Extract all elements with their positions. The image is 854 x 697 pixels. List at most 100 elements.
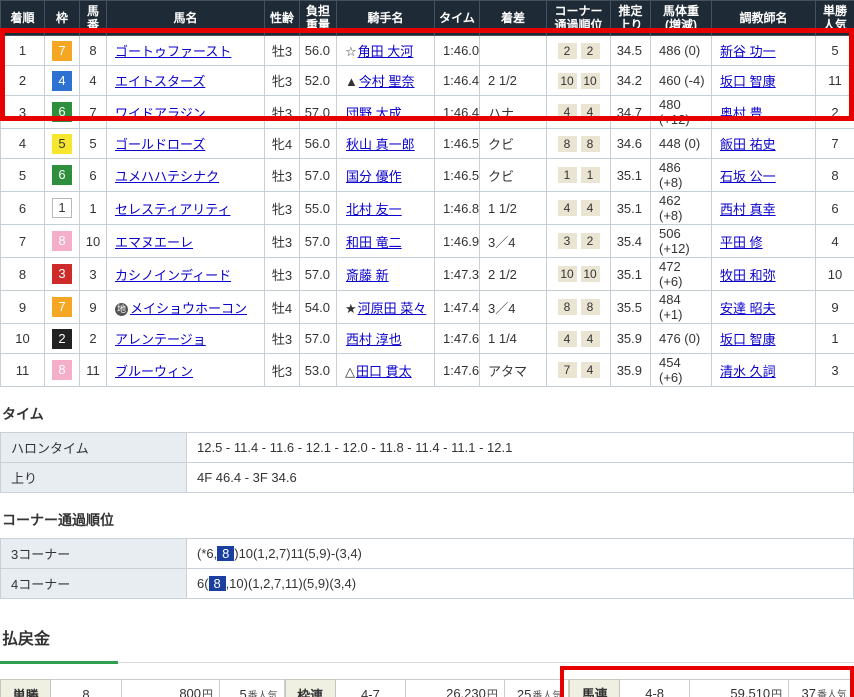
frame-cell: 8 bbox=[45, 354, 80, 387]
frame-badge: 2 bbox=[52, 329, 72, 349]
jockey-link[interactable]: 西村 淳也 bbox=[346, 332, 402, 347]
col-header-horse-number: 馬 番 bbox=[80, 1, 107, 36]
sex-age: 牡3 bbox=[265, 324, 300, 354]
trainer-link[interactable]: 坂口 智康 bbox=[720, 74, 776, 89]
win-popularity: 3 bbox=[816, 354, 854, 387]
win-popularity: 4 bbox=[816, 225, 854, 258]
finish-position: 4 bbox=[1, 129, 45, 159]
furlong-time-label: ハロンタイム bbox=[1, 433, 187, 463]
payout-combination: 4-7 bbox=[335, 680, 406, 697]
trainer-link[interactable]: 牧田 和弥 bbox=[720, 268, 776, 283]
col-header-win-popularity: 単勝 人気 bbox=[816, 1, 854, 36]
win-popularity: 5 bbox=[816, 36, 854, 66]
margin: 3／4 bbox=[480, 291, 547, 324]
trainer-link[interactable]: 新谷 功一 bbox=[720, 44, 776, 59]
horse-name-cell: ユメハハテシナク bbox=[107, 159, 265, 192]
horse-number: 2 bbox=[80, 324, 107, 354]
trainer-cell: 清水 久詞 bbox=[712, 354, 816, 387]
payout-title-underline bbox=[0, 657, 854, 669]
payout-amount: 800円 bbox=[121, 680, 219, 697]
last-3f: 34.5 bbox=[611, 36, 651, 66]
col-header-frame: 枠 bbox=[45, 1, 80, 36]
jockey-mark: ★ bbox=[345, 301, 357, 316]
trainer-link[interactable]: 飯田 祐史 bbox=[720, 137, 776, 152]
horse-number: 10 bbox=[80, 225, 107, 258]
amount-value: 59,510 bbox=[730, 686, 770, 697]
jockey-link[interactable]: 河原田 菜々 bbox=[358, 301, 427, 316]
horse-name-link[interactable]: セレスティアリティ bbox=[115, 202, 230, 217]
corner4-value: 6(8,10)(1,2,7,11)(5,9)(3,4) bbox=[187, 569, 854, 599]
sex-age: 牝3 bbox=[265, 192, 300, 225]
finish-position: 11 bbox=[1, 354, 45, 387]
win-popularity: 7 bbox=[816, 129, 854, 159]
frame-cell: 6 bbox=[45, 159, 80, 192]
jockey-link[interactable]: 団野 大成 bbox=[346, 106, 402, 121]
win-popularity: 8 bbox=[816, 159, 854, 192]
corner-pass-box: 1 bbox=[581, 167, 600, 183]
horse-name-link[interactable]: エマヌエーレ bbox=[115, 235, 193, 250]
jockey-link[interactable]: 角田 大河 bbox=[358, 44, 414, 59]
frame-cell: 2 bbox=[45, 324, 80, 354]
horse-name-link[interactable]: ゴートゥファースト bbox=[115, 44, 231, 59]
trainer-link[interactable]: 安達 昭夫 bbox=[720, 301, 776, 316]
horse-name-link[interactable]: ブルーウィン bbox=[115, 364, 193, 379]
popularity-value: 25 bbox=[517, 687, 531, 697]
jockey-link[interactable]: 斎藤 新 bbox=[346, 268, 389, 283]
col-header-carried-weight: 負担 重量 bbox=[300, 1, 337, 36]
jockey-link[interactable]: 秋山 真一郎 bbox=[346, 137, 415, 152]
margin: 1 1/4 bbox=[480, 324, 547, 354]
corner-positions: 1010 bbox=[547, 66, 611, 96]
jockey-cell: 斎藤 新 bbox=[337, 258, 435, 291]
horse-name-link[interactable]: ユメハハテシナク bbox=[115, 169, 219, 184]
popularity-suffix: 番人気 bbox=[817, 690, 847, 697]
trainer-link[interactable]: 坂口 智康 bbox=[720, 332, 776, 347]
payout-combination: 8 bbox=[51, 680, 122, 697]
horse-name-link[interactable]: アレンテージョ bbox=[115, 332, 206, 347]
trainer-link[interactable]: 奥村 豊 bbox=[720, 106, 763, 121]
trainer-link[interactable]: 西村 真幸 bbox=[720, 202, 776, 217]
corner-pass-box: 4 bbox=[581, 362, 600, 378]
finish-time: 1:46.0 bbox=[435, 36, 480, 66]
horse-name-link[interactable]: メイショウホーコン bbox=[130, 301, 247, 316]
corner-pass-box: 7 bbox=[558, 362, 577, 378]
jockey-link[interactable]: 田口 貫太 bbox=[356, 364, 412, 379]
margin: ハナ bbox=[480, 96, 547, 129]
horse-weight: 486 (+8) bbox=[651, 159, 712, 192]
trainer-link[interactable]: 平田 修 bbox=[720, 235, 763, 250]
jockey-mark: ▲ bbox=[345, 74, 358, 89]
corner-pass-box: 1 bbox=[558, 167, 577, 183]
horse-weight: 454 (+6) bbox=[651, 354, 712, 387]
horse-name-link[interactable]: ワイドアラジン bbox=[115, 106, 206, 121]
horse-name-link[interactable]: ゴールドローズ bbox=[115, 137, 205, 152]
finish-time: 1:46.5 bbox=[435, 159, 480, 192]
sex-age: 牡3 bbox=[265, 96, 300, 129]
jockey-link[interactable]: 国分 優作 bbox=[346, 169, 402, 184]
popularity-value: 37 bbox=[802, 686, 816, 697]
trainer-link[interactable]: 清水 久詞 bbox=[720, 364, 776, 379]
jockey-link[interactable]: 今村 聖奈 bbox=[359, 74, 415, 89]
corner-pass-box: 3 bbox=[558, 233, 577, 249]
corner-positions: 74 bbox=[547, 354, 611, 387]
frame-badge: 7 bbox=[52, 297, 72, 317]
finish-time: 1:47.6 bbox=[435, 324, 480, 354]
horse-name-cell: ワイドアラジン bbox=[107, 96, 265, 129]
horse-weight: 480 (+12) bbox=[651, 96, 712, 129]
horse-name-cell: ブルーウィン bbox=[107, 354, 265, 387]
trainer-cell: 新谷 功一 bbox=[712, 36, 816, 66]
horse-name-link[interactable]: カシノインディード bbox=[115, 268, 231, 283]
local-horse-badge: 地 bbox=[115, 303, 128, 316]
corner3-post: )10(1,2,7)11(5,9)-(3,4) bbox=[234, 546, 362, 561]
corner-pass-box: 8 bbox=[581, 136, 600, 152]
horse-name-link[interactable]: エイトスターズ bbox=[115, 74, 205, 89]
jockey-link[interactable]: 和田 竜二 bbox=[346, 235, 402, 250]
yen-suffix: 円 bbox=[487, 689, 498, 697]
trainer-cell: 西村 真幸 bbox=[712, 192, 816, 225]
horse-number: 7 bbox=[80, 96, 107, 129]
jockey-link[interactable]: 北村 友一 bbox=[346, 202, 402, 217]
corner4-label: 4コーナー bbox=[1, 569, 187, 599]
col-header-last-3f: 推定 上り bbox=[611, 1, 651, 36]
trainer-link[interactable]: 石坂 公一 bbox=[720, 169, 776, 184]
time-table: ハロンタイム 12.5 - 11.4 - 11.6 - 12.1 - 12.0 … bbox=[0, 432, 854, 493]
margin: 2 1/2 bbox=[480, 66, 547, 96]
corner-highlight-number: 8 bbox=[209, 576, 226, 591]
